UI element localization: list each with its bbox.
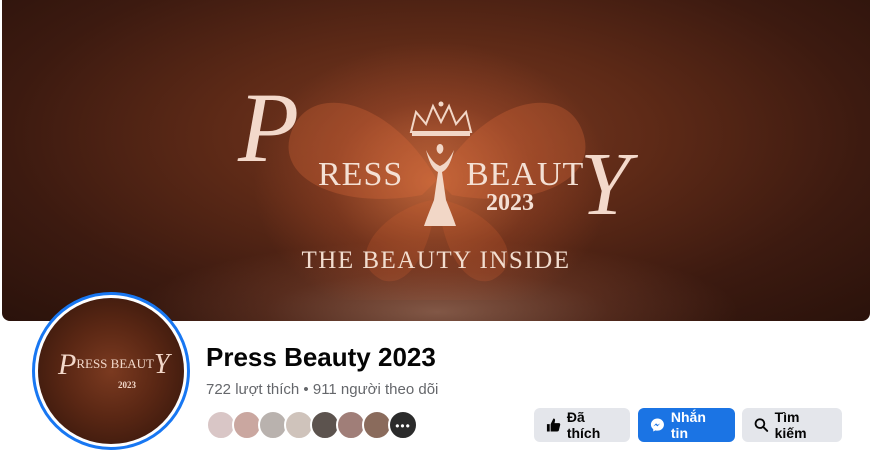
- cover-tagline: THE BEAUTY INSIDE: [301, 247, 571, 274]
- avatar-logo-beaut: BEAUT: [110, 355, 154, 371]
- avatar-logo-y: Y: [154, 349, 170, 380]
- avatar-logo: PRESS BEAUTY: [58, 348, 170, 382]
- avatar-logo-year: 2023: [118, 380, 136, 390]
- message-button[interactable]: Nhắn tin: [638, 408, 735, 442]
- friend-avatars[interactable]: •••: [206, 410, 421, 440]
- crown-icon: [409, 101, 473, 136]
- page-title[interactable]: Press Beauty 2023: [206, 342, 436, 373]
- liked-button[interactable]: Đã thích: [534, 408, 630, 442]
- cover-logo-y: Y: [580, 135, 631, 234]
- search-button[interactable]: Tìm kiếm: [742, 408, 842, 442]
- cover-logo-ress: RESS: [318, 156, 404, 193]
- avatar-logo-p: P: [58, 348, 77, 381]
- search-icon: [754, 418, 769, 432]
- page-stats[interactable]: 722 lượt thích • 911 người theo dõi: [206, 381, 438, 398]
- message-button-label: Nhắn tin: [670, 409, 706, 441]
- avatar-logo-ress: RESS: [76, 355, 108, 371]
- cover-logo-year: 2023: [486, 190, 534, 216]
- cover-logo-beaut: BEAUT: [466, 156, 585, 193]
- cover-photo[interactable]: P RESS BEAUT Y 2023 THE BEAUTY INSIDE: [2, 0, 870, 321]
- liked-button-label: Đã thích: [566, 409, 601, 441]
- avatar[interactable]: PRESS BEAUTY 2023: [38, 298, 184, 444]
- more-friends-label: •••: [395, 419, 411, 433]
- lady-silhouette-icon: [424, 144, 456, 226]
- messenger-icon: [650, 418, 664, 432]
- search-button-label: Tìm kiếm: [774, 409, 807, 441]
- more-friends-button[interactable]: •••: [388, 410, 418, 440]
- thumbs-up-icon: [546, 418, 561, 432]
- cover-logo-p: P: [238, 72, 300, 183]
